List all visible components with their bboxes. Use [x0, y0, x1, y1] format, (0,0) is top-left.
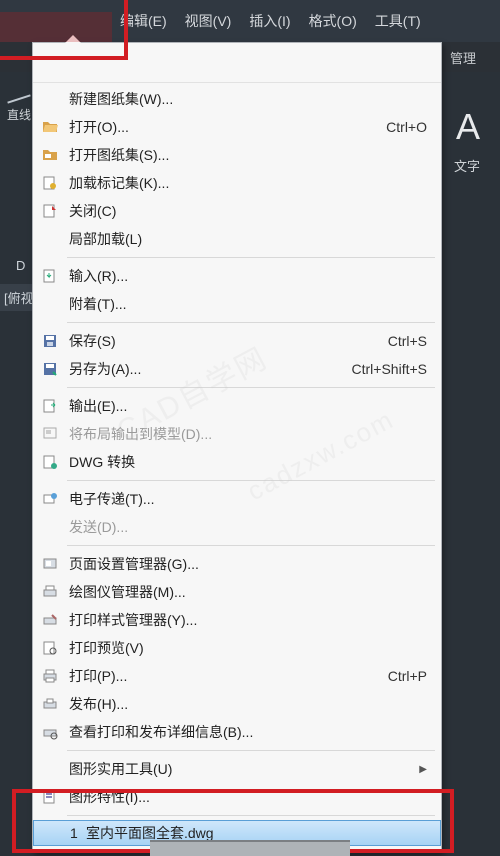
menu-item-3[interactable]: 加载标记集(K)... [33, 169, 441, 197]
menu-item-label: 输入(R)... [69, 266, 427, 286]
menu-item-label: 另存为(A)... [69, 359, 352, 379]
menu-item-18[interactable]: 打印预览(V) [33, 634, 441, 662]
menu-item-16[interactable]: 绘图仪管理器(M)... [33, 578, 441, 606]
menu-separator [67, 257, 435, 258]
menu-item-label: 附着(T)... [69, 294, 427, 314]
details-icon [39, 722, 61, 742]
menu-item-label: 局部加载(L) [69, 229, 427, 249]
menu-item-label: 查看打印和发布详细信息(B)... [69, 722, 427, 742]
blank-icon [39, 759, 61, 779]
blank-icon [39, 229, 61, 249]
menu-item-label: 打开图纸集(S)... [69, 145, 427, 165]
menu-item-label: 图形特性(I)... [69, 787, 427, 807]
menu-item-label: 发布(H)... [69, 694, 427, 714]
blank-icon [39, 89, 61, 109]
open-sheet-icon [39, 145, 61, 165]
menu-item-shortcut: Ctrl+P [388, 668, 427, 684]
menu-item-14: 发送(D)... [33, 513, 441, 541]
menu-item-label: 加载标记集(K)... [69, 173, 427, 193]
export-icon [39, 396, 61, 416]
menu-separator [67, 750, 435, 751]
annotation-highlight-top [0, 0, 128, 60]
plotstyle-icon [39, 610, 61, 630]
menu-tools[interactable]: 工具(T) [375, 11, 421, 31]
menu-item-13[interactable]: 电子传递(T)... [33, 485, 441, 513]
page-setup-icon [39, 554, 61, 574]
saveas-icon [39, 359, 61, 379]
menu-item-label: 图形实用工具(U) [69, 759, 413, 779]
menu-item-15[interactable]: 页面设置管理器(G)... [33, 550, 441, 578]
menu-separator [67, 387, 435, 388]
blank-icon [39, 517, 61, 537]
menu-item-label: 输出(E)... [69, 396, 427, 416]
props-icon [39, 787, 61, 807]
print-icon [39, 666, 61, 686]
menu-item-label: 打印样式管理器(Y)... [69, 610, 427, 630]
layout-icon [39, 424, 61, 444]
menu-item-label: 将布局输出到模型(D)... [69, 424, 427, 444]
preview-icon [39, 638, 61, 658]
recent-file-number: 1 [70, 825, 86, 841]
menu-item-11: 将布局输出到模型(D)... [33, 420, 441, 448]
menu-item-2[interactable]: 打开图纸集(S)... [33, 141, 441, 169]
dwg-icon [39, 452, 61, 472]
file-menu-dropdown: 新建图纸集(W)... 打开(O)...Ctrl+O 打开图纸集(S)... 加载标记… [32, 42, 442, 853]
save-icon [39, 331, 61, 351]
menu-item-6[interactable]: 输入(R)... [33, 262, 441, 290]
menu-insert[interactable]: 插入(I) [249, 11, 290, 31]
menu-item-label: 电子传递(T)... [69, 489, 427, 509]
menu-format[interactable]: 格式(O) [309, 11, 357, 31]
drawing-tab-d[interactable]: D [16, 258, 25, 273]
text-tool-label[interactable]: 文字 [454, 156, 480, 175]
open-icon [39, 117, 61, 137]
menu-item-label: 打开(O)... [69, 117, 386, 137]
menu-item-22[interactable]: 图形实用工具(U) ▶ [33, 755, 441, 783]
menu-item-label: 关闭(C) [69, 201, 427, 221]
menu-item-9[interactable]: 另存为(A)...Ctrl+Shift+S [33, 355, 441, 383]
recent-file-icon [40, 823, 62, 843]
import-icon [39, 266, 61, 286]
menu-view[interactable]: 视图(V) [185, 11, 232, 31]
blank-icon [39, 294, 61, 314]
submenu-arrow-icon: ▶ [419, 764, 427, 775]
menu-item-8[interactable]: 保存(S)Ctrl+S [33, 327, 441, 355]
menu-item-21[interactable]: 查看打印和发布详细信息(B)... [33, 718, 441, 746]
menu-separator [67, 815, 435, 816]
text-tool-A: A [456, 106, 480, 148]
plotter-icon [39, 582, 61, 602]
menu-separator [67, 322, 435, 323]
window-handle[interactable] [150, 840, 350, 856]
menu-item-label: DWG 转换 [69, 452, 427, 472]
menu-item-label: 发送(D)... [69, 517, 427, 537]
menu-item-7[interactable]: 附着(T)... [33, 290, 441, 318]
menu-separator [67, 480, 435, 481]
menu-item-shortcut: Ctrl+S [388, 333, 427, 349]
etransmit-icon [39, 489, 61, 509]
menu-item-label: 绘图仪管理器(M)... [69, 582, 427, 602]
menu-item-5[interactable]: 局部加载(L) [33, 225, 441, 253]
menu-item-4[interactable]: 关闭(C) [33, 197, 441, 225]
publish-icon [39, 694, 61, 714]
close-icon [39, 201, 61, 221]
menu-separator [67, 545, 435, 546]
menu-item-12[interactable]: DWG 转换 [33, 448, 441, 476]
menu-item-label: 新建图纸集(W)... [69, 89, 427, 109]
menu-item-label: 打印预览(V) [69, 638, 427, 658]
menu-item-shortcut: Ctrl+Shift+S [352, 361, 427, 377]
line-icon [7, 94, 30, 103]
menu-item-17[interactable]: 打印样式管理器(Y)... [33, 606, 441, 634]
menu-item-1[interactable]: 打开(O)...Ctrl+O [33, 113, 441, 141]
ribbon-tab-manage[interactable]: 管理 [440, 48, 486, 67]
menu-item-label: 打印(P)... [69, 666, 388, 686]
menu-item-19[interactable]: 打印(P)...Ctrl+P [33, 662, 441, 690]
menu-item-label: 保存(S) [69, 331, 388, 351]
menu-item-23[interactable]: 图形特性(I)... [33, 783, 441, 811]
menu-item-20[interactable]: 发布(H)... [33, 690, 441, 718]
menu-item-shortcut: Ctrl+O [386, 119, 427, 135]
menu-item-10[interactable]: 输出(E)... [33, 392, 441, 420]
menu-item-label: 页面设置管理器(G)... [69, 554, 427, 574]
marker-icon [39, 173, 61, 193]
menu-item-0[interactable]: 新建图纸集(W)... [33, 85, 441, 113]
tool-line-label: 直线 [7, 106, 31, 123]
